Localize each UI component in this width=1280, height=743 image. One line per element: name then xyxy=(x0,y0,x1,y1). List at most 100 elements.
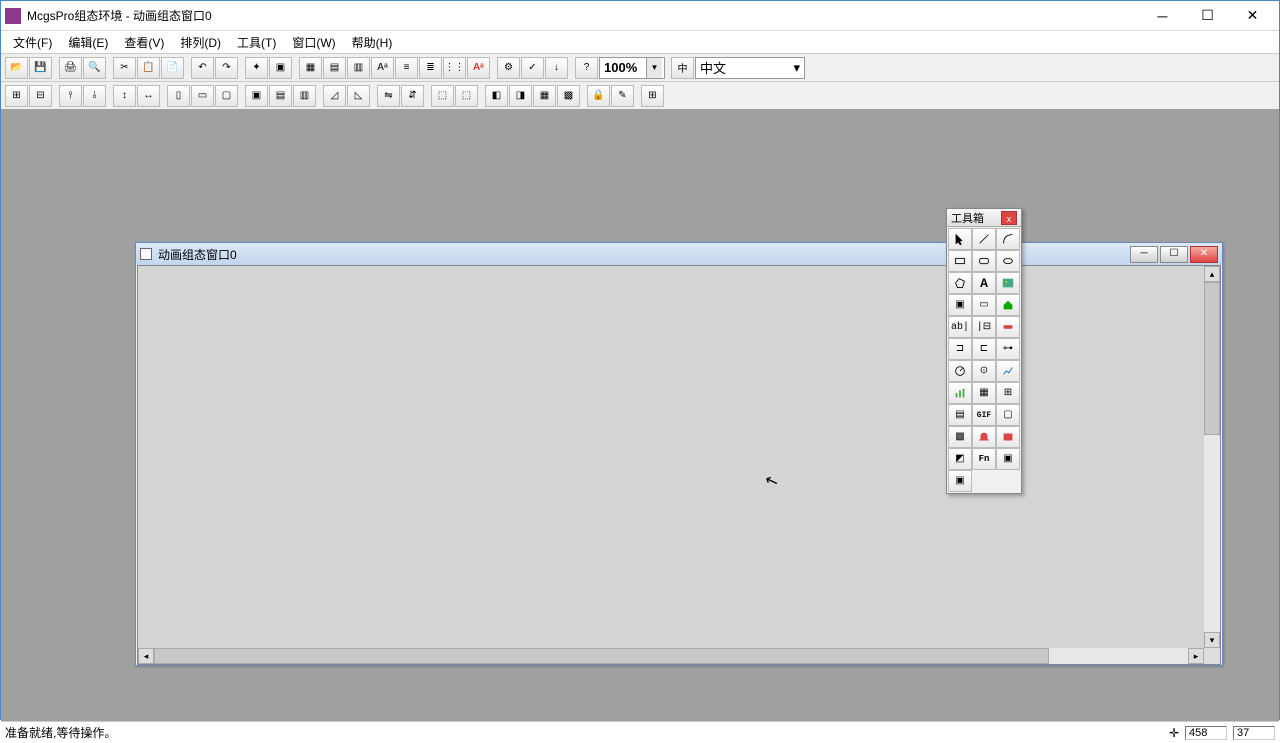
tool-4[interactable]: ▤ xyxy=(323,57,346,79)
tool-indicator[interactable] xyxy=(996,316,1020,338)
align-6[interactable]: ↔ xyxy=(137,85,160,107)
tool-arc[interactable] xyxy=(996,228,1020,250)
menu-view[interactable]: 查看(V) xyxy=(116,32,172,53)
tool-8[interactable]: ⋮⋮ xyxy=(443,57,466,79)
undo-button[interactable]: ↶ xyxy=(191,57,214,79)
tool-table[interactable]: ⊞ xyxy=(996,382,1020,404)
tool-select[interactable] xyxy=(948,228,972,250)
tool-fn[interactable]: Fn xyxy=(972,448,996,470)
tool-pipe-h[interactable]: ⊐ xyxy=(948,338,972,360)
tool-grid[interactable]: ▦ xyxy=(972,382,996,404)
align-16[interactable]: ⇵ xyxy=(401,85,424,107)
align-19[interactable]: ◧ xyxy=(485,85,508,107)
tool-trend[interactable] xyxy=(996,360,1020,382)
align-18[interactable]: ⬚ xyxy=(455,85,478,107)
tool-alarm2[interactable] xyxy=(996,426,1020,448)
tool-font[interactable]: Aᵃ xyxy=(371,57,394,79)
vertical-scrollbar[interactable]: ▴ ▾ xyxy=(1204,266,1220,648)
tool-rect[interactable] xyxy=(948,250,972,272)
align-23[interactable]: ✎ xyxy=(611,85,634,107)
menu-window[interactable]: 窗口(W) xyxy=(284,32,343,53)
align-2[interactable]: ⊟ xyxy=(29,85,52,107)
lang-button[interactable]: 中 xyxy=(671,57,694,79)
tool-gif[interactable]: GIF xyxy=(972,404,996,426)
child-close-button[interactable]: ✕ xyxy=(1190,246,1218,263)
language-select[interactable]: 中文 xyxy=(695,57,805,79)
tool-alarm[interactable] xyxy=(972,426,996,448)
align-8[interactable]: ▭ xyxy=(191,85,214,107)
tool-3[interactable]: ▦ xyxy=(299,57,322,79)
canvas[interactable]: ▴ ▾ ◂ ▸ ↖ xyxy=(137,265,1221,665)
lock-button[interactable]: 🔒 xyxy=(587,85,610,107)
tool-chart[interactable] xyxy=(948,382,972,404)
align-13[interactable]: ◿ xyxy=(323,85,346,107)
child-minimize-button[interactable]: ─ xyxy=(1130,246,1158,263)
tool-valve[interactable]: ⊶ xyxy=(996,338,1020,360)
align-22[interactable]: ▩ xyxy=(557,85,580,107)
minimize-button[interactable]: ─ xyxy=(1140,1,1185,31)
tool-report[interactable]: ▤ xyxy=(948,404,972,426)
tool-image[interactable] xyxy=(996,272,1020,294)
cut-button[interactable]: ✂ xyxy=(113,57,136,79)
tool-house[interactable] xyxy=(996,294,1020,316)
tool-text[interactable]: A xyxy=(972,272,996,294)
preview-button[interactable]: 🔍 xyxy=(83,57,106,79)
tool-12[interactable]: ↓ xyxy=(545,57,568,79)
tool-subwin[interactable]: ▣ xyxy=(948,294,972,316)
align-5[interactable]: ↕ xyxy=(113,85,136,107)
menu-tools[interactable]: 工具(T) xyxy=(229,32,284,53)
align-9[interactable]: ▢ xyxy=(215,85,238,107)
menu-help[interactable]: 帮助(H) xyxy=(344,32,401,53)
align-21[interactable]: ▦ xyxy=(533,85,556,107)
save-button[interactable]: 💾 xyxy=(29,57,52,79)
align-17[interactable]: ⬚ xyxy=(431,85,454,107)
toolbox-close-button[interactable]: x xyxy=(1001,211,1017,225)
copy-button[interactable]: 📋 xyxy=(137,57,160,79)
tool-qr[interactable]: ▩ xyxy=(948,426,972,448)
redo-button[interactable]: ↷ xyxy=(215,57,238,79)
grid-button[interactable]: ⊞ xyxy=(641,85,664,107)
tool-10[interactable]: ⚙ xyxy=(497,57,520,79)
tool-11[interactable]: ✓ xyxy=(521,57,544,79)
tool-ellipse[interactable] xyxy=(996,250,1020,272)
menu-edit[interactable]: 编辑(E) xyxy=(60,32,116,53)
tool-last[interactable]: ▣ xyxy=(948,470,972,492)
menu-arrange[interactable]: 排列(D) xyxy=(172,32,229,53)
tool-2[interactable]: ▣ xyxy=(269,57,292,79)
align-10[interactable]: ▣ xyxy=(245,85,268,107)
tool-script[interactable]: ▣ xyxy=(996,448,1020,470)
tool-roundrect[interactable] xyxy=(972,250,996,272)
menu-file[interactable]: 文件(F) xyxy=(5,32,60,53)
tool-1[interactable]: ✦ xyxy=(245,57,268,79)
open-button[interactable]: 📂 xyxy=(5,57,28,79)
tool-5[interactable]: ▥ xyxy=(347,57,370,79)
align-20[interactable]: ◨ xyxy=(509,85,532,107)
tool-pipe-v[interactable]: ⊏ xyxy=(972,338,996,360)
help-button[interactable]: ? xyxy=(575,57,598,79)
tool-9[interactable]: Aᵃ xyxy=(467,57,490,79)
align-3[interactable]: ⫯ xyxy=(59,85,82,107)
align-14[interactable]: ◺ xyxy=(347,85,370,107)
tool-label[interactable]: ab| xyxy=(948,316,972,338)
paste-button[interactable]: 📄 xyxy=(161,57,184,79)
align-15[interactable]: ⇋ xyxy=(377,85,400,107)
child-maximize-button[interactable]: ☐ xyxy=(1160,246,1188,263)
tool-6[interactable]: ≡ xyxy=(395,57,418,79)
tool-meter[interactable]: ⊙ xyxy=(972,360,996,382)
tool-component[interactable]: ◩ xyxy=(948,448,972,470)
tool-button[interactable]: ▭ xyxy=(972,294,996,316)
align-1[interactable]: ⊞ xyxy=(5,85,28,107)
align-11[interactable]: ▤ xyxy=(269,85,292,107)
align-7[interactable]: ▯ xyxy=(167,85,190,107)
print-button[interactable]: 🖨 xyxy=(59,57,82,79)
tool-line[interactable] xyxy=(972,228,996,250)
tool-polygon[interactable] xyxy=(948,272,972,294)
close-button[interactable]: ✕ xyxy=(1230,1,1275,31)
zoom-select[interactable]: 100% xyxy=(599,57,665,79)
align-12[interactable]: ▥ xyxy=(293,85,316,107)
tool-scale[interactable]: |⊟ xyxy=(972,316,996,338)
tool-7[interactable]: ≣ xyxy=(419,57,442,79)
align-4[interactable]: ⫰ xyxy=(83,85,106,107)
maximize-button[interactable]: ☐ xyxy=(1185,1,1230,31)
horizontal-scrollbar[interactable]: ◂ ▸ xyxy=(138,648,1204,664)
